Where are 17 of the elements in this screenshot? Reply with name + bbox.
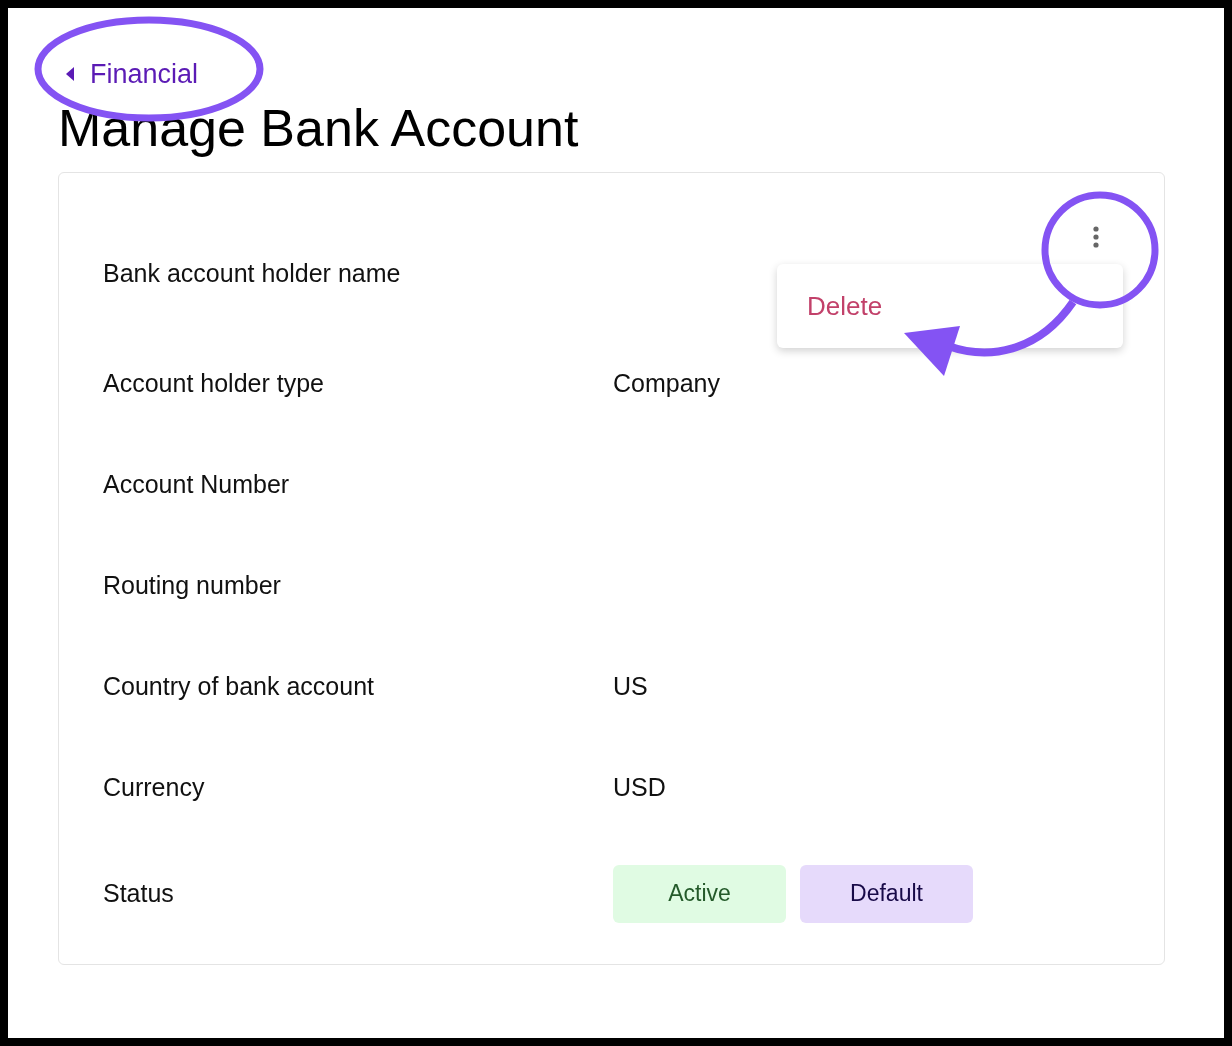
- field-label: Bank account holder name: [103, 258, 402, 288]
- field-label: Status: [103, 879, 175, 908]
- field-value: US: [613, 672, 648, 701]
- field-label: Currency: [103, 773, 206, 802]
- back-link-label: Financial: [90, 58, 199, 90]
- field-label: Routing number: [103, 571, 282, 600]
- field-label: Account holder type: [103, 369, 325, 398]
- caret-icon: [66, 67, 74, 81]
- kebab-icon: [1093, 226, 1099, 248]
- status-badge: Active: [613, 864, 786, 923]
- menu-item[interactable]: Delete: [777, 290, 883, 322]
- field-value: Company: [613, 369, 720, 398]
- status-badge: Default: [800, 864, 973, 923]
- page-title: Manage Bank Account: [58, 98, 579, 158]
- field-value: USD: [613, 773, 666, 802]
- field-label: Account Number: [103, 470, 291, 499]
- field-label: Country of bank account: [103, 672, 375, 701]
